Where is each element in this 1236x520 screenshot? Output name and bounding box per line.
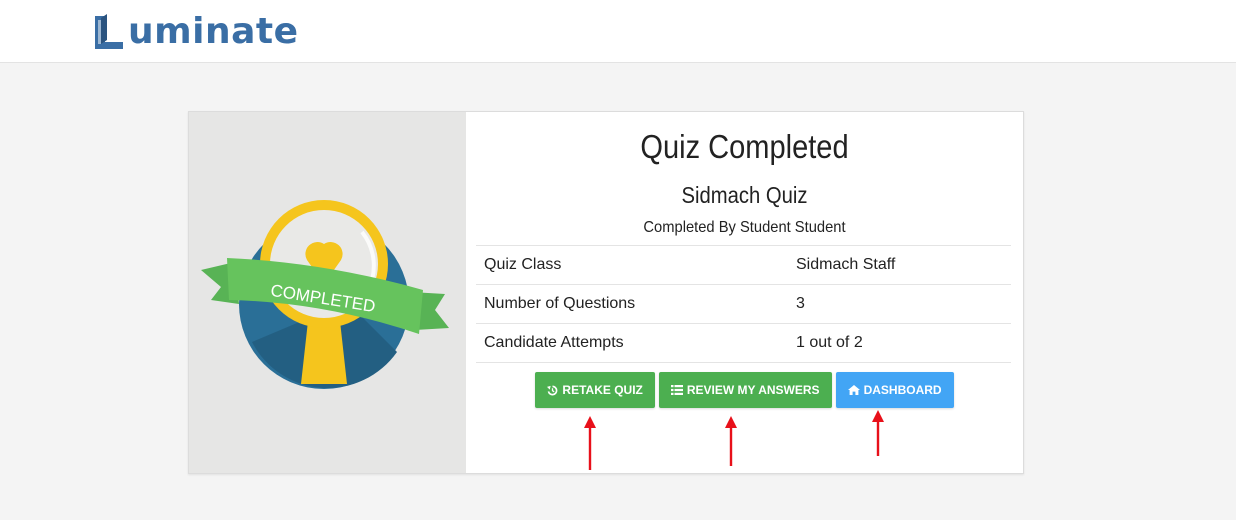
retake-quiz-label: RETAKE QUIZ xyxy=(562,383,643,397)
dashboard-label: DASHBOARD xyxy=(863,383,942,397)
annotation-arrow-review xyxy=(725,416,737,466)
annotation-arrow-dashboard xyxy=(872,410,884,456)
review-answers-label: REVIEW MY ANSWERS xyxy=(686,383,820,397)
page-title: Quiz Completed xyxy=(640,128,849,165)
row-label: Candidate Attempts xyxy=(476,323,788,363)
table-row: Candidate Attempts 1 out of 2 xyxy=(476,323,1011,363)
retake-quiz-button[interactable]: RETAKE QUIZ xyxy=(535,372,655,408)
completed-badge-image: COMPLETED xyxy=(197,192,459,397)
row-value: Sidmach Staff xyxy=(788,245,1011,285)
dashboard-button[interactable]: DASHBOARD xyxy=(835,372,954,408)
row-value: 1 out of 2 xyxy=(788,323,1011,363)
row-value: 3 xyxy=(788,284,1011,324)
completed-by-text: Completed By Student Student xyxy=(643,219,846,236)
row-label: Number of Questions xyxy=(476,284,788,324)
annotation-arrow-retake xyxy=(584,416,596,470)
quiz-info-table: Quiz Class Sidmach Staff Number of Quest… xyxy=(476,245,1011,363)
luminate-logo[interactable]: uminate xyxy=(92,10,299,54)
logo-mark-icon xyxy=(95,14,123,49)
badge-panel: COMPLETED xyxy=(189,112,466,473)
row-label: Quiz Class xyxy=(476,245,788,285)
result-details: Quiz Completed Sidmach Quiz Completed By… xyxy=(466,112,1023,473)
review-answers-button[interactable]: REVIEW MY ANSWERS xyxy=(658,372,832,408)
top-navbar: uminate xyxy=(0,0,1236,63)
table-row: Number of Questions 3 xyxy=(476,284,1011,324)
table-row: Quiz Class Sidmach Staff xyxy=(476,245,1011,285)
history-icon xyxy=(547,385,558,395)
list-icon xyxy=(670,385,683,395)
logo-text: uminate xyxy=(128,11,299,52)
quiz-result-card: COMPLETED Quiz Completed Sidmach Quiz Co… xyxy=(188,111,1024,474)
quiz-name: Sidmach Quiz xyxy=(681,182,808,208)
home-icon xyxy=(847,385,860,395)
action-buttons: RETAKE QUIZ REVIEW MY ANSWERS DASHBOARD xyxy=(466,372,1023,408)
